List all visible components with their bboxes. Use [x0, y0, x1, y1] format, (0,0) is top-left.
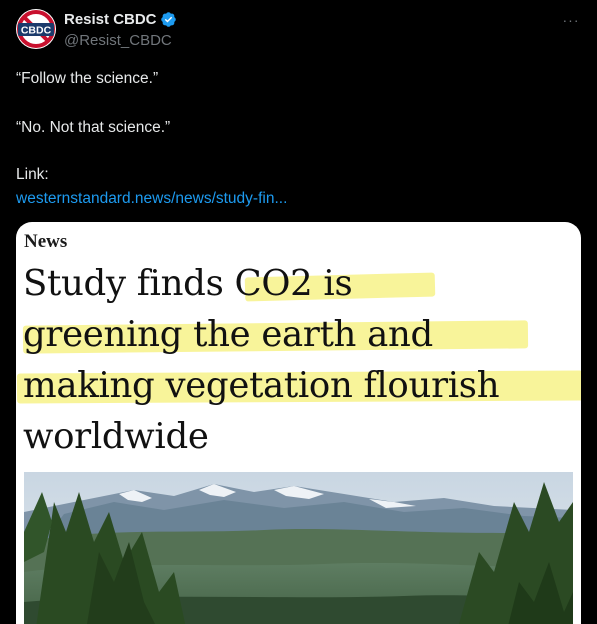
display-name[interactable]: Resist CBDC [64, 11, 157, 28]
cbdc-prohibited-logo-icon: CBDC [16, 9, 56, 49]
author-handle[interactable]: @Resist_CBDC [64, 32, 172, 49]
verified-badge-icon [160, 12, 176, 27]
tweet-line-quote-2: “No. Not that science.” [16, 119, 171, 136]
more-horizontal-icon: ··· [562, 12, 580, 28]
article-section-label: News [24, 231, 68, 252]
article-headline: Study finds CO2 is greening the earth an… [16, 258, 581, 462]
tweet[interactable]: CBDC Resist CBDC @Resist_CBDC ··· “Follo… [0, 0, 597, 624]
avatar[interactable]: CBDC [16, 9, 56, 49]
mountain-landscape-image [24, 472, 573, 624]
tweet-link[interactable]: westernstandard.news/news/study-fin... [16, 187, 287, 211]
mountain-forest-photo [24, 472, 573, 624]
headline-line: making vegetation flourish [16, 360, 581, 411]
avatar-text: CBDC [21, 25, 52, 37]
tweet-line-link-label: Link: [16, 166, 49, 183]
headline-line: greening the earth and [22, 309, 581, 360]
author-name-row[interactable]: Resist CBDC [64, 11, 177, 28]
attached-image[interactable]: News Study finds CO2 is greening the ear… [16, 222, 581, 624]
tweet-line-quote-1: “Follow the science.” [16, 70, 159, 87]
headline-line: Study finds CO2 is [23, 258, 581, 309]
more-options-button[interactable]: ··· [559, 10, 583, 30]
headline-line: worldwide [23, 416, 209, 457]
